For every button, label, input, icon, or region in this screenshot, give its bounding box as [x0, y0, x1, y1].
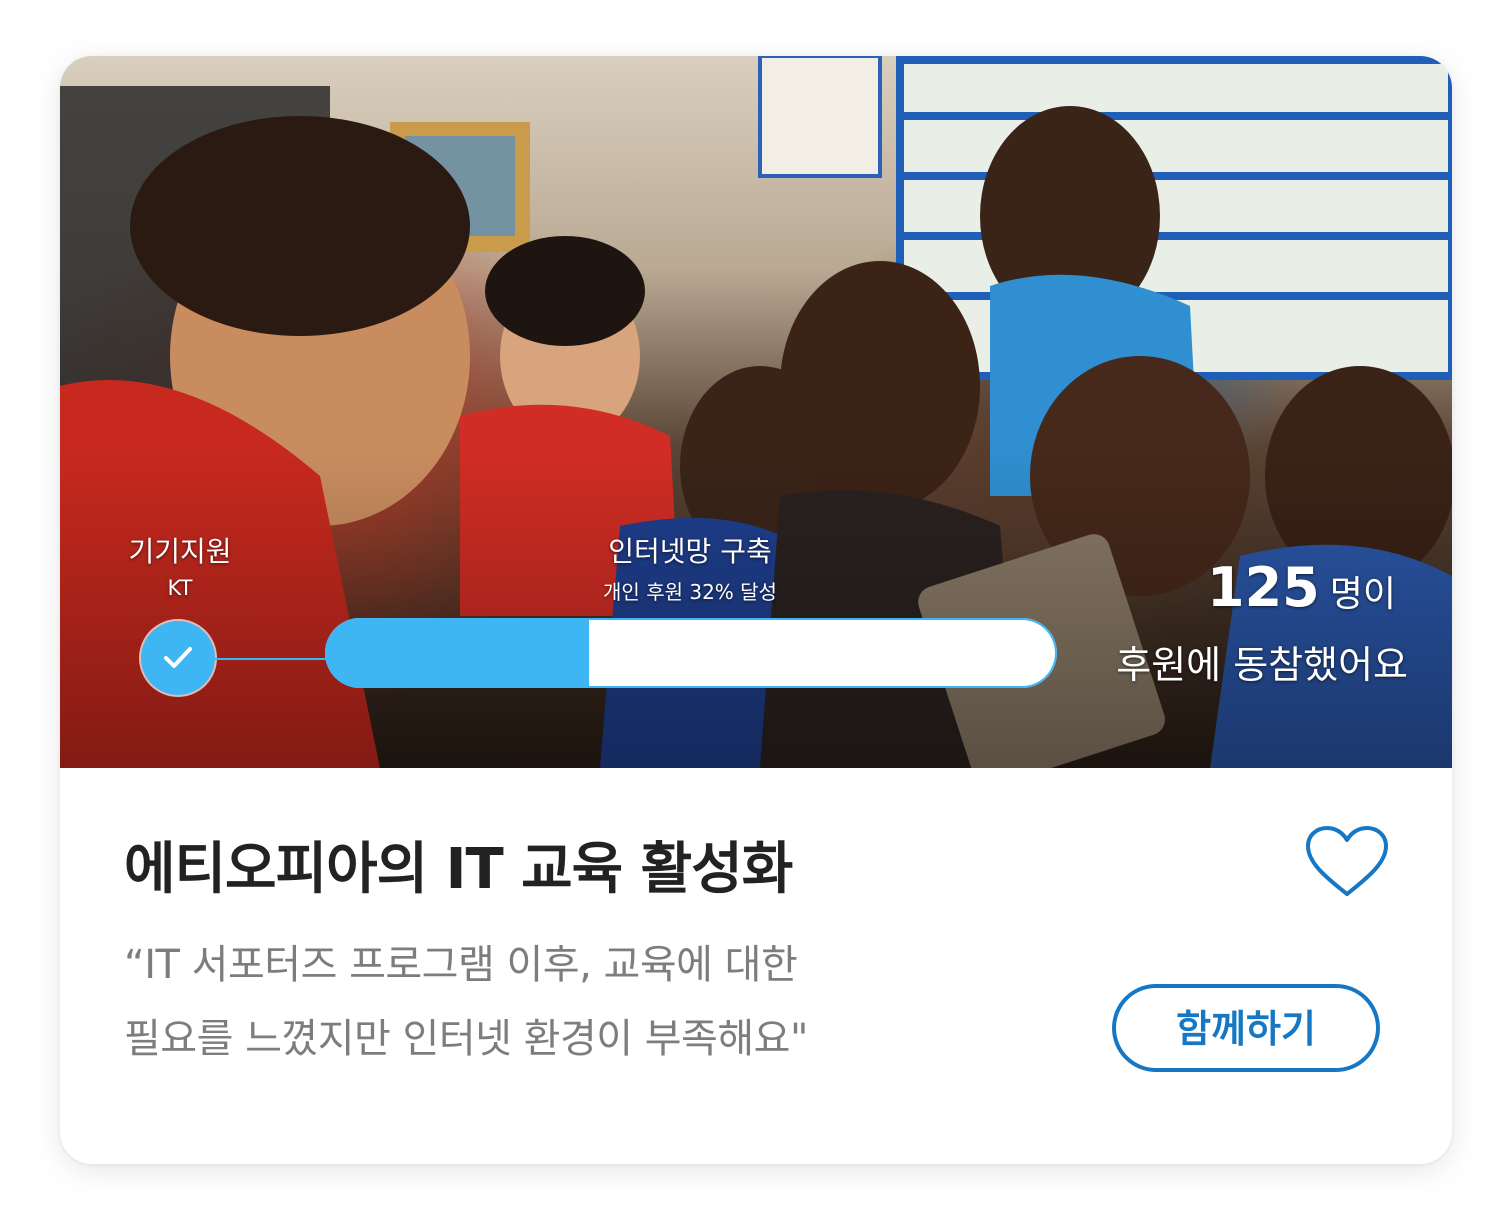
join-button[interactable]: 함께하기	[1112, 984, 1380, 1072]
step1-title: 기기지원	[128, 535, 232, 568]
funding-progress-fill	[325, 618, 589, 688]
step1-sponsor: KT	[167, 576, 193, 600]
heart-outline-icon	[1306, 826, 1388, 896]
step-connector	[215, 658, 327, 660]
check-icon	[164, 647, 192, 668]
supporter-caption: 후원에 동참했어요	[1116, 643, 1408, 687]
campaign-photo: 기기지원 KT 인터넷망 구축 개인 후원 32% 달성 125 명이 후원에 동…	[60, 56, 1452, 768]
funding-progress-bar	[325, 618, 1057, 688]
favorite-button[interactable]	[1304, 824, 1390, 898]
campaign-title: 에티오피아의 IT 교육 활성화	[124, 837, 793, 902]
campaign-card[interactable]: 기기지원 KT 인터넷망 구축 개인 후원 32% 달성 125 명이 후원에 동…	[60, 56, 1452, 1164]
supporter-count-unit: 명이	[1329, 574, 1396, 615]
step1-completed-badge	[141, 621, 215, 695]
supporter-count-number: 125	[1207, 556, 1320, 619]
step2-title: 인터넷망 구축	[608, 535, 772, 568]
quote-line-2: 필요를 느꼈지만 인터넷 환경이 부족해요"	[124, 1016, 808, 1062]
step2-progress-text: 개인 후원 32% 달성	[603, 580, 777, 604]
supporter-count: 125 명이	[1207, 556, 1396, 619]
campaign-quote: “IT 서포터즈 프로그램 이후, 교육에 대한 필요를 느꼈지만 인터넷 환경…	[124, 928, 1024, 1076]
quote-line-1: “IT 서포터즈 프로그램 이후, 교육에 대한	[124, 942, 798, 988]
